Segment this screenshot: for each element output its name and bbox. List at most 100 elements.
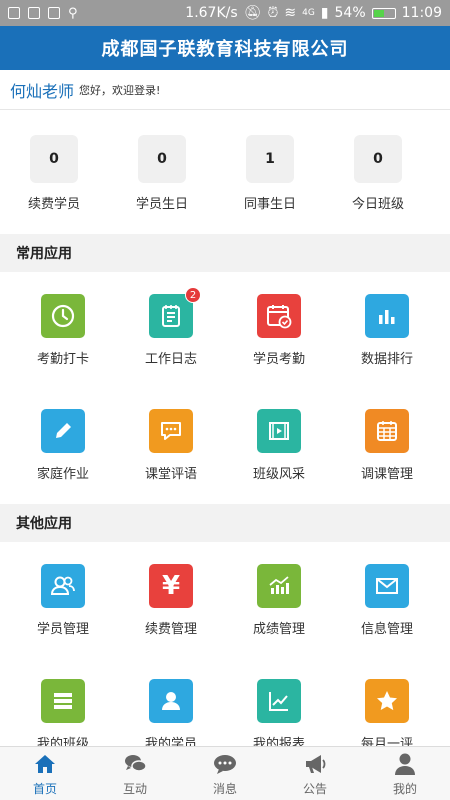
usb-icon: ⚲ — [68, 5, 78, 21]
bottom-navigation: 首页 互动 消息 公告 我的 — [0, 746, 450, 800]
app-info-management[interactable]: 信息管理 — [333, 542, 441, 657]
stat-label: 续费学员 — [27, 197, 80, 212]
line-chart-icon — [257, 679, 301, 723]
app-label: 每月一评 — [360, 737, 413, 746]
stat-value: 0 — [138, 135, 186, 183]
section-common-apps: 常用应用 — [0, 234, 450, 272]
users-icon — [41, 564, 85, 608]
net-speed: 1.67K/s — [185, 5, 238, 21]
battery-percent: 54% — [334, 5, 366, 21]
user-name: 何灿老师 — [10, 81, 75, 101]
app-label: 成绩管理 — [252, 622, 305, 637]
chat-icon — [125, 754, 147, 772]
battery-icon — [371, 7, 396, 19]
app-monthly-review[interactable]: 每月一评 — [333, 657, 441, 746]
nav-label: 互动 — [122, 781, 147, 796]
app-attendance-checkin[interactable]: 考勤打卡 — [9, 272, 117, 387]
app-my-classes[interactable]: 我的班级 — [9, 657, 117, 746]
app-label: 信息管理 — [360, 622, 413, 637]
nav-messages[interactable]: 消息 — [180, 747, 270, 800]
app-header: 成都国子联教育科技有限公司 — [0, 26, 450, 70]
app-homework[interactable]: 家庭作业 — [9, 387, 117, 502]
stat-renewal-students[interactable]: 0 续费学员 — [0, 118, 108, 228]
app-data-ranking[interactable]: 数据排行 — [333, 272, 441, 387]
stat-label: 同事生日 — [243, 197, 296, 212]
network-type: 4G — [302, 8, 315, 18]
nav-home[interactable]: 首页 — [0, 747, 90, 800]
home-icon — [35, 754, 55, 773]
nav-label: 消息 — [212, 781, 237, 796]
image-icon — [28, 7, 40, 19]
app-label: 课堂评语 — [144, 467, 197, 482]
app-student-attendance[interactable]: 学员考勤 — [225, 272, 333, 387]
list-icon — [41, 679, 85, 723]
app-student-management[interactable]: 学员管理 — [9, 542, 117, 657]
bar-chart-icon — [365, 294, 409, 338]
trash-icon — [8, 7, 20, 19]
app-label: 家庭作业 — [36, 467, 89, 482]
notebook-icon: 2 — [149, 287, 201, 338]
nav-profile[interactable]: 我的 — [360, 747, 450, 800]
common-apps-grid: 考勤打卡 2 工作日志 学员考勤 数据排行 家庭作业 课堂评语 班级风采 调课管… — [0, 272, 450, 502]
welcome-message: 您好，欢迎登录! — [79, 83, 161, 97]
download-icon — [48, 7, 60, 19]
app-class-showcase[interactable]: 班级风采 — [225, 387, 333, 502]
signal-icon: ▮ — [320, 5, 329, 21]
clock-icon — [41, 294, 85, 338]
app-label: 调课管理 — [360, 467, 413, 482]
app-work-log[interactable]: 2 工作日志 — [117, 272, 225, 387]
trend-chart-icon — [257, 564, 301, 608]
section-other-apps: 其他应用 — [0, 504, 450, 542]
mute-icon: 🔕︎ — [243, 5, 262, 21]
app-reschedule-management[interactable]: 调课管理 — [333, 387, 441, 502]
status-notification-icons: ⚲ — [8, 6, 78, 21]
stat-label: 今日班级 — [351, 197, 404, 212]
yen-icon: ¥ — [149, 564, 193, 608]
app-my-reports[interactable]: 我的报表 — [225, 657, 333, 746]
section-title: 常用应用 — [16, 246, 72, 262]
app-label: 考勤打卡 — [36, 352, 89, 367]
app-label: 学员考勤 — [252, 352, 305, 367]
app-label: 工作日志 — [144, 352, 197, 367]
other-apps-grid: 学员管理 ¥ 续费管理 成绩管理 信息管理 我的班级 我的学员 我的报表 每月一… — [0, 542, 450, 746]
nav-label: 公告 — [302, 781, 327, 796]
app-renewal-management[interactable]: ¥ 续费管理 — [117, 542, 225, 657]
app-label: 我的班级 — [36, 737, 89, 746]
schedule-icon — [365, 409, 409, 453]
star-icon — [365, 679, 409, 723]
app-label: 我的学员 — [144, 737, 197, 746]
message-icon — [214, 754, 236, 774]
app-label: 学员管理 — [36, 622, 89, 637]
status-bar: ⚲ 1.67K/s 🔕︎ ⏰︎ ≋ 4G ▮ 54% 11:09 — [0, 0, 450, 26]
app-class-comments[interactable]: 课堂评语 — [117, 387, 225, 502]
stat-label: 学员生日 — [135, 197, 188, 212]
app-label: 我的报表 — [252, 737, 305, 746]
stat-value: 1 — [246, 135, 294, 183]
nav-announcements[interactable]: 公告 — [270, 747, 360, 800]
app-label: 续费管理 — [144, 622, 197, 637]
stat-colleague-birthdays[interactable]: 1 同事生日 — [216, 118, 324, 228]
wifi-icon: ≋ — [284, 5, 297, 21]
calendar-check-icon — [257, 294, 301, 338]
alarm-icon: ⏰︎ — [267, 5, 279, 21]
app-my-students[interactable]: 我的学员 — [117, 657, 225, 746]
nav-interaction[interactable]: 互动 — [90, 747, 180, 800]
app-grade-management[interactable]: 成绩管理 — [225, 542, 333, 657]
stat-value: 0 — [354, 135, 402, 183]
stat-student-birthdays[interactable]: 0 学员生日 — [108, 118, 216, 228]
nav-label: 我的 — [392, 781, 417, 796]
megaphone-icon — [306, 754, 326, 773]
page-title: 成都国子联教育科技有限公司 — [101, 39, 349, 60]
stat-today-classes[interactable]: 0 今日班级 — [324, 118, 432, 228]
greeting-bar: 何灿老师 您好，欢迎登录! — [0, 70, 450, 110]
stat-value: 0 — [30, 135, 78, 183]
notification-badge: 2 — [185, 287, 201, 303]
app-label: 班级风采 — [252, 467, 305, 482]
section-title: 其他应用 — [16, 516, 72, 532]
comment-icon — [149, 409, 193, 453]
clock-time: 11:09 — [401, 5, 442, 21]
video-icon — [257, 409, 301, 453]
mail-icon — [365, 564, 409, 608]
stats-row: 0 续费学员 0 学员生日 1 同事生日 0 今日班级 — [0, 118, 450, 228]
nav-label: 首页 — [32, 781, 57, 796]
